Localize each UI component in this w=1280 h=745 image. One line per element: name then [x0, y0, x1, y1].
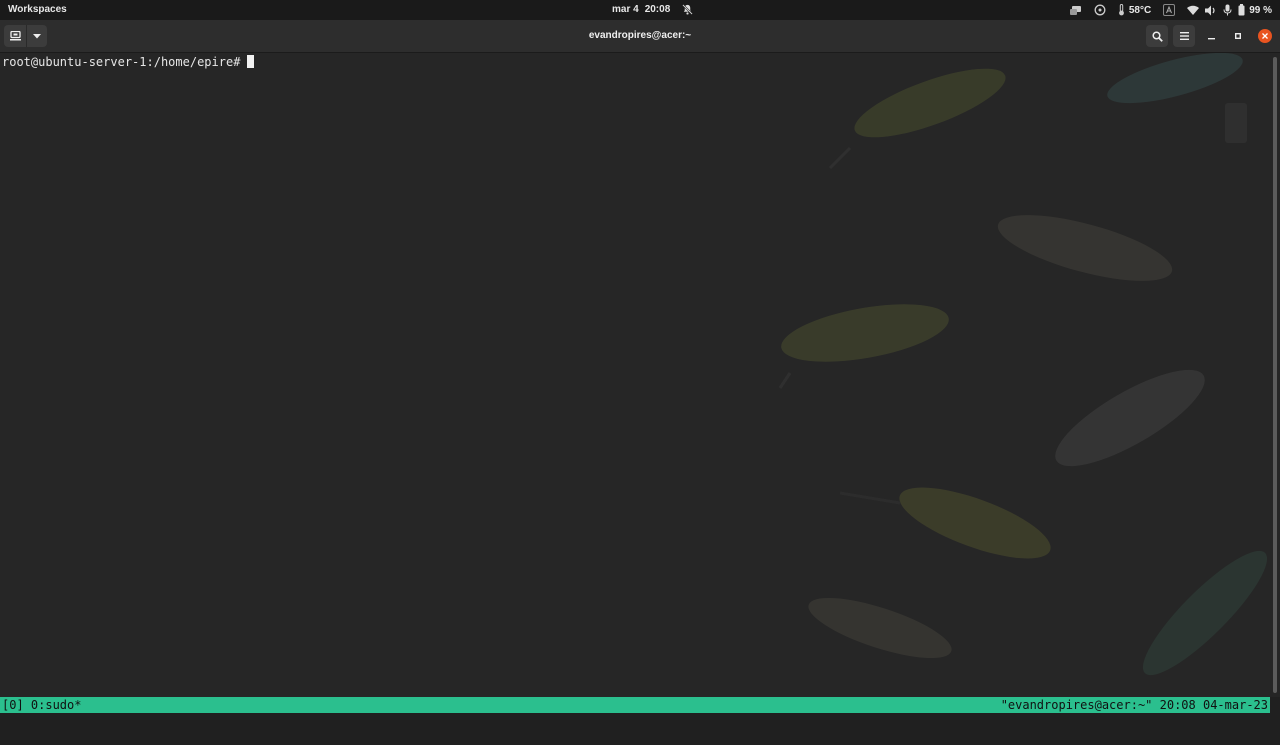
prompt-text: root@ubuntu-server-1:/home/epire# [2, 55, 241, 69]
tmux-status-right: "evandropires@acer:~" 20:08 04-mar-23 [1000, 698, 1268, 712]
maximize-icon [1235, 33, 1241, 39]
volume-icon[interactable] [1205, 3, 1217, 17]
fishing-lure-wallpaper [778, 53, 1268, 676]
notifications-off-icon [682, 4, 694, 15]
keyboard-indicator-icon[interactable] [1163, 3, 1176, 17]
search-icon [1151, 30, 1163, 42]
text-cursor [247, 55, 255, 68]
minimize-icon [1207, 33, 1215, 40]
terminal-area[interactable]: root@ubuntu-server-1:/home/epire# [0, 53, 1270, 697]
wifi-icon[interactable] [1187, 3, 1200, 17]
main-menu-button[interactable] [1173, 25, 1195, 47]
minimize-button[interactable] [1200, 25, 1222, 47]
clock-time: 20:08 [644, 4, 671, 15]
maximize-button[interactable] [1227, 25, 1249, 47]
network-tray-icon[interactable] [1069, 3, 1082, 17]
top-bar: Workspaces mar 4 20:08 58°C 99 % [0, 0, 1280, 20]
ubuntu-circle-icon[interactable] [1094, 3, 1106, 17]
search-button[interactable] [1146, 25, 1168, 47]
tmux-window-list: [0] 0:sudo* [2, 698, 82, 712]
thermometer-icon [1118, 3, 1125, 17]
battery-icon[interactable] [1238, 3, 1245, 17]
system-tray[interactable]: 58°C 99 % [1069, 3, 1272, 17]
clock-date: mar 4 [612, 4, 639, 15]
scrollbar-thumb[interactable] [1273, 57, 1277, 693]
microphone-icon[interactable] [1223, 3, 1232, 17]
close-button[interactable] [1258, 29, 1272, 43]
terminal-headerbar: evandropires@acer:~ [0, 20, 1280, 53]
clock[interactable]: mar 4 20:08 [612, 4, 694, 15]
battery-percent: 99 % [1249, 4, 1272, 16]
close-icon [1262, 33, 1268, 39]
terminal-scrollbar[interactable] [1270, 53, 1280, 697]
shell-prompt[interactable]: root@ubuntu-server-1:/home/epire# [2, 55, 255, 69]
workspaces-button[interactable]: Workspaces [8, 4, 67, 15]
temperature-readout: 58°C [1128, 4, 1152, 16]
hamburger-menu-icon [1179, 32, 1189, 40]
window-title: evandropires@acer:~ [588, 30, 692, 41]
tmux-status-bar: [0] 0:sudo* "evandropires@acer:~" 20:08 … [0, 697, 1270, 713]
